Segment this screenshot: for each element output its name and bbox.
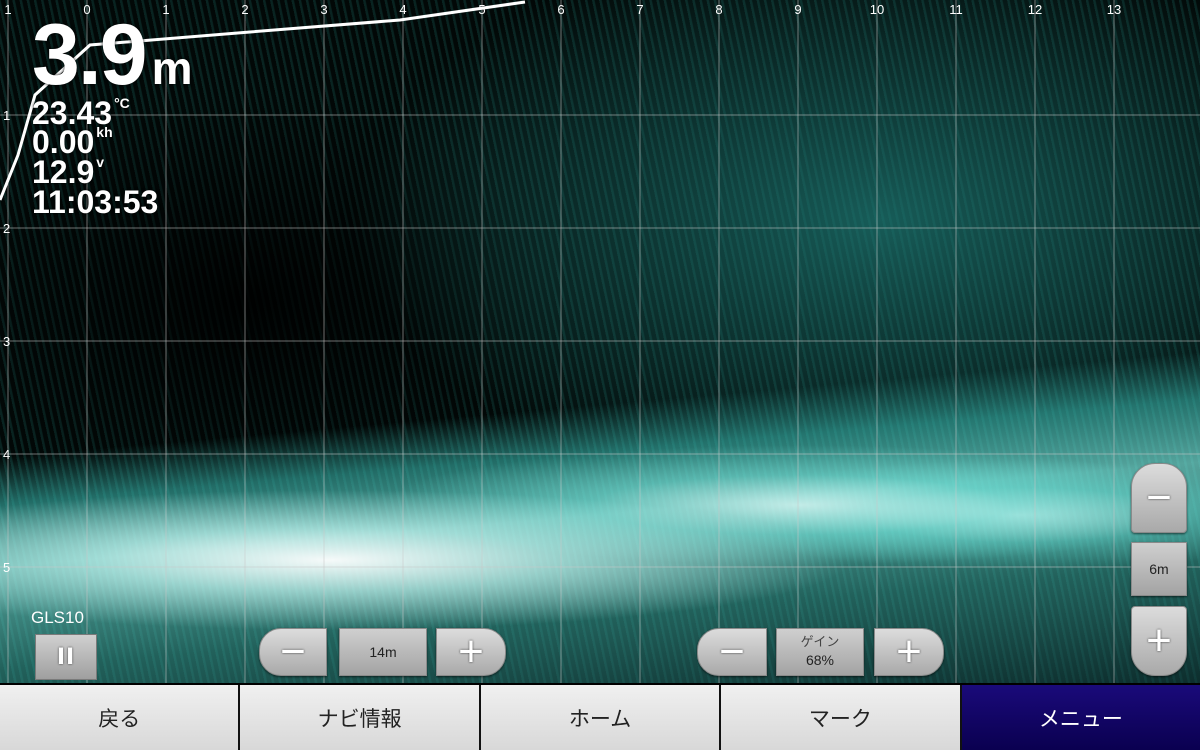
x-tick: 8 <box>715 2 723 17</box>
x-tick: 10 <box>869 2 885 17</box>
sonar-source-label: GLS10 <box>31 608 84 627</box>
y-tick: 4 <box>3 447 11 462</box>
x-tick: 9 <box>794 2 802 17</box>
gain-value: 68% <box>805 652 835 668</box>
y-tick: 2 <box>3 221 11 236</box>
bottom-nav-bar: 戻る ナビ情報 ホーム マーク メニュー <box>0 685 1200 750</box>
minus-icon: − <box>280 627 306 676</box>
pause-icon: II <box>56 644 76 670</box>
range-value-box[interactable]: 14m <box>339 628 427 676</box>
x-tick: 5 <box>478 2 486 17</box>
x-tick: 12 <box>1027 2 1043 17</box>
y-tick: 5 <box>3 560 11 575</box>
menu-button[interactable]: メニュー <box>961 685 1200 750</box>
gain-decrease-button[interactable]: − <box>697 628 767 676</box>
plus-icon: + <box>458 627 484 676</box>
x-tick: 2 <box>241 2 249 17</box>
x-tick: 6 <box>557 2 565 17</box>
x-tick: 11 <box>949 2 963 17</box>
x-tick: 13 <box>1106 2 1122 17</box>
water-temp-unit: °C <box>114 95 130 111</box>
voltage-unit: v <box>96 154 105 170</box>
mark-button[interactable]: マーク <box>721 685 962 750</box>
back-button[interactable]: 戻る <box>0 685 241 750</box>
pause-button[interactable]: II <box>35 634 97 680</box>
x-tick: 7 <box>636 2 644 17</box>
range-decrease-button[interactable]: − <box>259 628 327 676</box>
plus-icon: + <box>896 627 922 676</box>
speed-unit: kh <box>96 124 113 140</box>
y-tick: 1 <box>3 108 11 123</box>
y-tick: 3 <box>3 334 11 349</box>
zoom-value: 6m <box>1149 561 1169 577</box>
gain-value-box[interactable]: ゲイン 68% <box>776 628 864 676</box>
zoom-in-button[interactable]: + <box>1131 606 1187 676</box>
x-tick: 3 <box>320 2 328 17</box>
gain-increase-button[interactable]: + <box>874 628 944 676</box>
zoom-out-button[interactable]: − <box>1131 463 1187 533</box>
minus-icon: − <box>1146 473 1172 522</box>
range-value: 14m <box>369 644 397 660</box>
x-tick: 1 <box>4 2 12 17</box>
minus-icon: − <box>719 627 745 676</box>
nav-info-button[interactable]: ナビ情報 <box>240 685 481 750</box>
depth-value: 3.9 <box>32 7 148 103</box>
home-button[interactable]: ホーム <box>480 685 722 750</box>
x-tick: 4 <box>399 2 407 17</box>
zoom-value-box[interactable]: 6m <box>1131 542 1187 596</box>
range-increase-button[interactable]: + <box>436 628 506 676</box>
depth-unit: m <box>151 42 193 94</box>
plus-icon: + <box>1146 616 1172 665</box>
time-readout: 11:03:53 <box>32 184 159 220</box>
sonar-screen: 1 0 1 2 3 4 5 6 7 8 9 10 11 12 13 1 2 3 … <box>0 0 1200 750</box>
gain-label: ゲイン <box>800 634 840 649</box>
